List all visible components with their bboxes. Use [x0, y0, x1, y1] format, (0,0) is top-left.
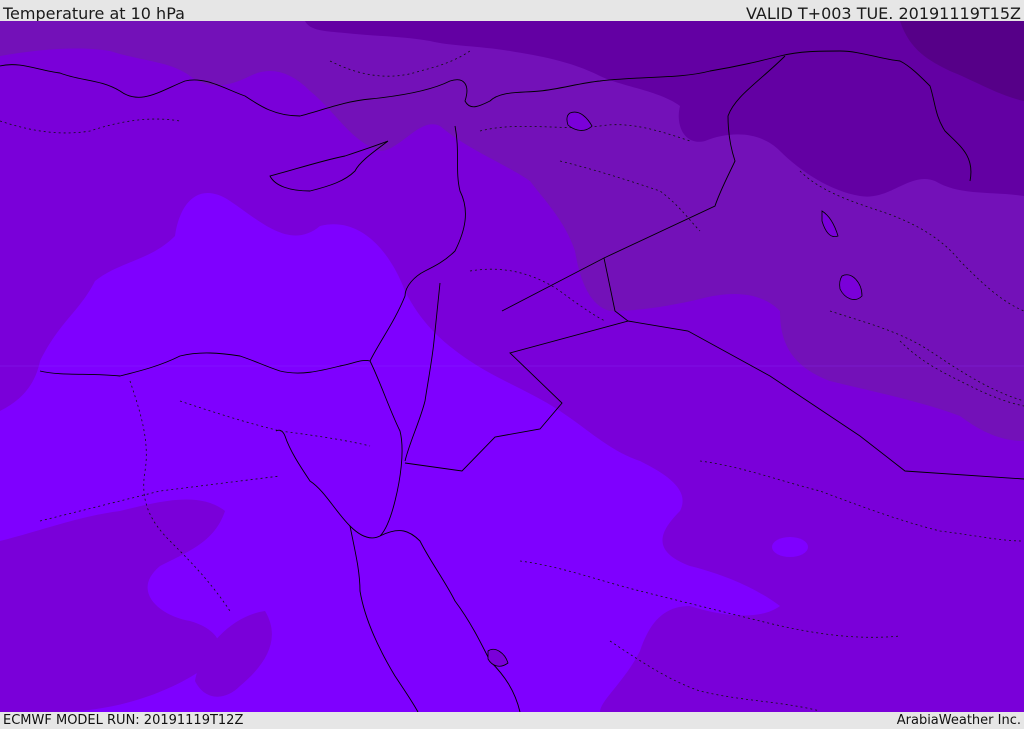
model-run-label: ECMWF MODEL RUN: 20191119T12Z: [3, 713, 244, 728]
map-canvas[interactable]: [0, 21, 1024, 712]
credit-label: ArabiaWeather Inc.: [896, 713, 1021, 728]
temp-patch-light: [772, 537, 808, 557]
footer-bar: ECMWF MODEL RUN: 20191119T12Z ArabiaWeat…: [0, 712, 1024, 729]
header-bar: Temperature at 10 hPa VALID T+003 TUE. 2…: [0, 0, 1024, 23]
map-svg: [0, 21, 1024, 712]
